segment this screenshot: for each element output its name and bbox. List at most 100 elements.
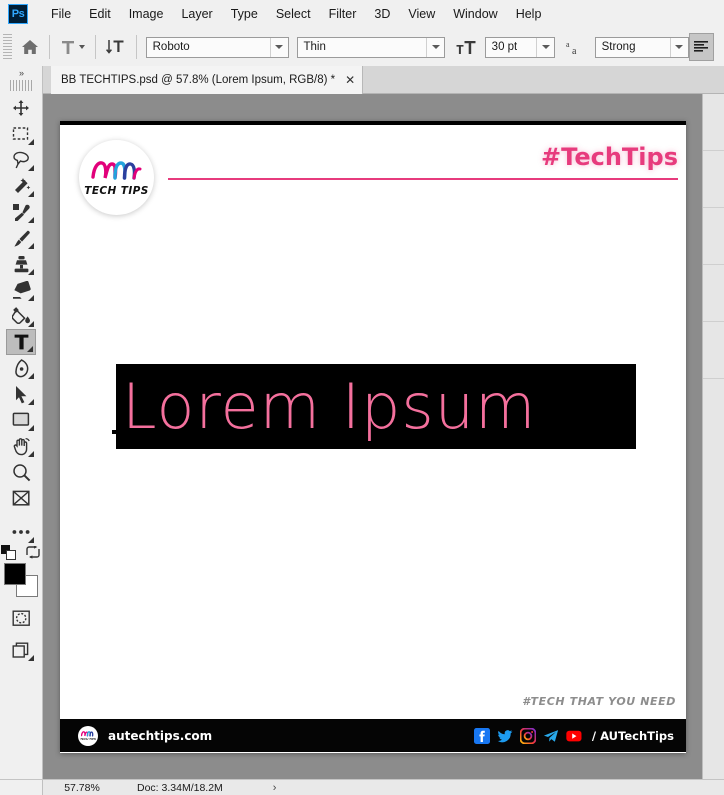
menu-view[interactable]: View [399,4,444,24]
flyout-triangle-icon [28,295,34,301]
menu-filter[interactable]: Filter [320,4,366,24]
flyout-triangle-icon [28,321,34,327]
facebook-icon[interactable] [473,727,490,744]
tool-edit-toolbar[interactable] [6,519,36,545]
magnifier-icon [12,463,30,481]
arrow-pointer-icon [15,385,26,403]
flyout-triangle-icon [28,373,34,379]
options-separator-3 [135,35,137,59]
document-canvas[interactable]: TECH TIPS #TechTips Lorem Ipsum #TECH TH… [60,121,686,753]
menu-select[interactable]: Select [267,4,320,24]
twitter-icon[interactable] [497,728,513,744]
instagram-icon[interactable] [519,727,536,744]
canvas-text-layer[interactable]: Lorem Ipsum [122,375,536,438]
flyout-triangle-icon [28,655,34,661]
menu-image[interactable]: Image [120,4,173,24]
flyout-triangle-icon [28,451,34,457]
tool-preset-picker[interactable] [57,36,88,58]
tool-rectangular-marquee[interactable] [6,121,36,147]
social-icons: / AUTechTips [473,727,674,744]
font-size-select[interactable]: 30 pt [484,36,556,58]
svg-text:a: a [572,46,577,56]
font-family-value: Roboto [152,41,190,53]
selected-text-block[interactable]: Lorem Ipsum [116,364,636,449]
foreground-color-swatch[interactable] [4,563,26,585]
font-size-chevron-down-icon[interactable] [536,37,554,57]
canvas-workspace[interactable]: TECH TIPS #TechTips Lorem Ipsum #TECH TH… [43,94,702,779]
font-style-select[interactable]: Thin [296,36,446,58]
paragraph-panel-button[interactable] [688,33,715,61]
swap-colors-icon [26,545,40,559]
tool-type[interactable] [6,329,36,355]
youtube-icon[interactable] [566,728,582,744]
font-family-select[interactable]: Roboto [145,36,289,58]
font-size-label [453,34,478,60]
toolbar-expand-chevron-icon[interactable]: » [0,66,42,80]
home-button[interactable] [17,34,42,60]
menu-layer[interactable]: Layer [172,4,221,24]
tool-eyedropper[interactable] [6,199,36,225]
flyout-triangle-icon [28,165,34,171]
menu-help[interactable]: Help [507,4,551,24]
tool-hand[interactable] [6,433,36,459]
move-icon [13,100,29,116]
tool-rectangle[interactable] [6,407,36,433]
telegram-icon[interactable] [543,728,559,744]
menu-type[interactable]: Type [222,4,267,24]
tool-move[interactable] [6,95,36,121]
default-colors-icon [1,544,16,560]
toggle-text-orientation-button[interactable] [103,34,128,60]
status-chevron-right-icon[interactable]: › [273,782,277,794]
flyout-triangle-icon [28,243,34,249]
tool-magic-wand[interactable] [6,173,36,199]
quick-mask-toggle[interactable] [6,605,36,631]
color-swatches[interactable] [4,563,38,597]
menu-edit[interactable]: Edit [80,4,120,24]
document-tab[interactable]: BB TECHTIPS.psd @ 57.8% (Lorem Ipsum, RG… [51,66,364,94]
options-bar-grip[interactable] [3,34,12,60]
font-size-icon [456,40,476,54]
brand-logo-wordmark: TECH TIPS [84,185,149,197]
svg-text:a: a [566,40,570,49]
screen-mode-toggle[interactable] [6,637,36,663]
anti-aliasing-value: Strong [601,41,636,53]
font-style-value: Thin [303,41,326,53]
au-tech-tips-mark-icon [90,161,141,180]
tool-path-selection[interactable] [6,381,36,407]
photoshop-window: Ps File Edit Image Layer Type Select Fil… [0,0,724,795]
tool-pen[interactable] [6,355,36,381]
tool-clone-stamp[interactable] [6,251,36,277]
flyout-triangle-icon [28,217,34,223]
ellipsis-icon [12,530,30,534]
zoom-level[interactable]: 57.78% [43,782,121,794]
type-tool-icon [62,41,75,54]
menu-window[interactable]: Window [444,4,506,24]
tool-brush[interactable] [6,225,36,251]
flyout-triangle-icon [28,537,34,543]
brand-logo-badge: TECH TIPS [79,140,154,215]
menu-file[interactable]: File [42,4,80,24]
flyout-triangle-icon [27,346,33,352]
tool-lasso[interactable] [6,147,36,173]
toolbar-grip[interactable] [10,80,32,91]
tool-zoom[interactable] [6,459,36,485]
anti-aliasing-select[interactable]: Strong [594,36,689,58]
chevron-down-icon [79,45,86,49]
footer-logo-icon: TECH TIPS [78,725,98,746]
close-icon[interactable]: ✕ [345,74,355,86]
flyout-triangle-icon [28,399,34,405]
panel-divider-5 [703,378,724,379]
font-style-chevron-down-icon[interactable] [426,37,444,57]
toggle-text-orientation-icon [105,39,124,54]
panel-divider-3 [703,264,724,265]
hashtag-heading: #TechTips [541,143,678,171]
frame-icon [12,490,30,506]
font-family-chevron-down-icon[interactable] [269,37,288,57]
tool-paint-bucket[interactable] [6,303,36,329]
menu-3d[interactable]: 3D [365,4,399,24]
anti-aliasing-label: a a [563,34,588,60]
right-panel-strip [702,94,724,779]
anti-aliasing-chevron-down-icon[interactable] [669,37,688,57]
tool-eraser[interactable] [6,277,36,303]
tool-frame[interactable] [6,485,36,511]
